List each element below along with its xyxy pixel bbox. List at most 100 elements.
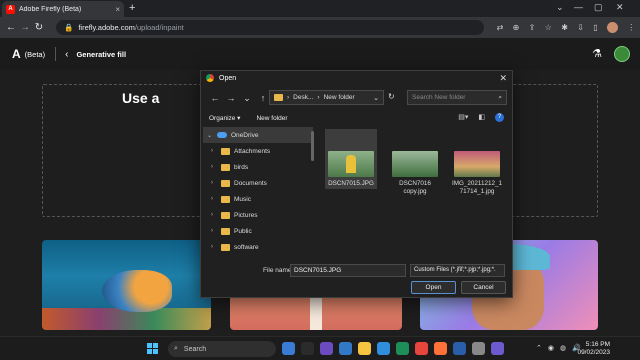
- new-tab-button[interactable]: +: [129, 2, 135, 14]
- taskbar-search[interactable]: ⌕ Search: [168, 341, 276, 357]
- dialog-toolbar: Organize ▾ New folder ▤▾ ◧ ?: [201, 111, 512, 125]
- breadcrumb-desktop[interactable]: Desk...: [293, 94, 313, 101]
- file-item-dscn7015[interactable]: DSCN7015.JPG: [325, 129, 377, 189]
- refresh-icon[interactable]: ↻: [388, 92, 395, 101]
- file-item-img-20211212[interactable]: IMG_20211212_171714_1.jpg: [451, 129, 503, 196]
- flask-icon[interactable]: ⚗: [592, 47, 602, 60]
- tree-item-label: Music: [234, 195, 251, 203]
- tray-icon[interactable]: ⌃: [536, 344, 542, 352]
- tray-icon[interactable]: ◍: [560, 344, 566, 352]
- tree-item-pictures[interactable]: › Pictures: [203, 207, 313, 223]
- chevron-right-icon[interactable]: ›: [211, 228, 217, 234]
- tree-scrollbar[interactable]: [311, 131, 314, 161]
- maximize-button[interactable]: ▢: [594, 2, 603, 13]
- taskbar-app-icon[interactable]: [453, 342, 466, 355]
- chevron-right-icon[interactable]: ›: [211, 164, 217, 170]
- cancel-button[interactable]: Cancel: [461, 281, 506, 294]
- taskbar-app-icon[interactable]: [320, 342, 333, 355]
- file-name: IMG_20211212_171714_1.jpg: [452, 180, 502, 195]
- taskbar-app-icon[interactable]: [415, 342, 428, 355]
- chevron-right-icon[interactable]: ›: [211, 196, 217, 202]
- file-item-dscn7016-copy[interactable]: DSCN7016 copy.jpg: [389, 129, 441, 196]
- browser-toolbar: ← → ↻ 🔒 firefly.adobe.com/upload/inpaint…: [0, 17, 640, 38]
- browser-tab[interactable]: A Adobe Firefly (Beta) ×: [2, 1, 124, 17]
- clock[interactable]: 5:16 PM 09/02/2023: [577, 341, 610, 357]
- reload-icon[interactable]: ↻: [32, 22, 46, 33]
- adobe-logo-icon[interactable]: A: [12, 47, 21, 61]
- tray-icon[interactable]: ◉: [548, 344, 554, 352]
- chrome-icon: [206, 74, 214, 82]
- taskbar-app-icon[interactable]: [396, 342, 409, 355]
- folder-search-input[interactable]: Search New folder ⌕: [407, 90, 507, 105]
- share-icon[interactable]: ⇪: [529, 23, 536, 32]
- taskbar-app-icon[interactable]: [434, 342, 447, 355]
- folder-icon: [221, 243, 230, 251]
- breadcrumb-new-folder[interactable]: New folder: [324, 94, 355, 101]
- open-file-dialog: Open ✕ ← → ⌄ ↑ › Desk... › New folder ⌄ …: [200, 70, 513, 298]
- recent-dropdown-icon[interactable]: ⌄: [239, 93, 255, 104]
- minimize-button[interactable]: —: [574, 2, 583, 12]
- preview-pane-icon[interactable]: ◧: [478, 113, 485, 122]
- forward-arrow-icon[interactable]: →: [18, 22, 32, 33]
- browser-tab-strip: A Adobe Firefly (Beta) × + ⌄ — ▢ ✕: [0, 0, 640, 17]
- header-divider: [55, 47, 57, 61]
- taskbar-app-icon[interactable]: [377, 342, 390, 355]
- tree-item-attachments[interactable]: › Attachments: [203, 143, 313, 159]
- tree-item-label: Pictures: [234, 211, 258, 219]
- new-folder-button[interactable]: New folder: [256, 115, 287, 122]
- beta-label: (Beta): [24, 49, 46, 59]
- chevron-right-icon[interactable]: ›: [211, 244, 217, 250]
- bookmark-star-icon[interactable]: ☆: [545, 23, 552, 32]
- tree-item-label: Attachments: [234, 147, 271, 155]
- tree-item-music[interactable]: › Music: [203, 191, 313, 207]
- view-options-icon[interactable]: ▤▾: [458, 113, 468, 122]
- url-path: /upload/inpaint: [134, 23, 184, 32]
- dialog-back-icon[interactable]: ←: [207, 93, 223, 103]
- close-window-button[interactable]: ✕: [616, 2, 624, 13]
- folder-icon: [221, 163, 230, 171]
- profile-avatar[interactable]: [606, 22, 618, 33]
- tree-item-software[interactable]: › software: [203, 239, 313, 255]
- windows-start-icon[interactable]: [147, 343, 158, 354]
- dialog-close-button[interactable]: ✕: [499, 73, 507, 84]
- tree-item-onedrive[interactable]: ⌄ OneDrive: [203, 127, 313, 143]
- file-name-input[interactable]: DSCN7015.JPG: [290, 264, 406, 277]
- path-breadcrumb[interactable]: › Desk... › New folder ⌄: [269, 90, 384, 105]
- help-icon[interactable]: ?: [495, 113, 504, 122]
- organize-menu[interactable]: Organize ▾: [209, 114, 240, 122]
- address-bar[interactable]: 🔒 firefly.adobe.com/upload/inpaint: [56, 20, 484, 35]
- hero-heading: Use a: [122, 90, 160, 106]
- user-avatar[interactable]: [614, 46, 630, 62]
- sample-image-fish[interactable]: [42, 240, 211, 330]
- tree-item-public[interactable]: › Public: [203, 223, 313, 239]
- translate-icon[interactable]: ⇄: [497, 23, 504, 32]
- chevron-right-icon[interactable]: ›: [211, 148, 217, 154]
- chevron-right-icon[interactable]: ›: [211, 180, 217, 186]
- tree-item-documents[interactable]: › Documents: [203, 175, 313, 191]
- back-chevron-icon[interactable]: ‹: [65, 49, 68, 60]
- file-type-select[interactable]: Custom Files (*.jfif;*.pjp;*.jpg;*.: [410, 264, 505, 277]
- sidepanel-icon[interactable]: ▯: [593, 23, 597, 32]
- zoom-icon[interactable]: ⊕: [513, 23, 520, 32]
- navigation-pane: ⌄ OneDrive › Attachments › birds › Documents › Mu…: [203, 127, 314, 257]
- taskbar-app-icon[interactable]: [282, 342, 295, 355]
- dialog-forward-icon[interactable]: →: [223, 93, 239, 103]
- taskbar-app-icon[interactable]: [301, 342, 314, 355]
- chevron-right-icon[interactable]: ›: [211, 212, 217, 218]
- back-arrow-icon[interactable]: ←: [4, 22, 18, 33]
- tree-item-birds[interactable]: › birds: [203, 159, 313, 175]
- taskbar-app-icon[interactable]: [472, 342, 485, 355]
- tab-title: Adobe Firefly (Beta): [19, 5, 82, 13]
- menu-kebab-icon[interactable]: ⋮: [627, 23, 635, 32]
- taskbar-app-icon[interactable]: [491, 342, 504, 355]
- chevron-down-icon[interactable]: ⌄: [207, 132, 213, 139]
- tab-search-icon[interactable]: ⌄: [556, 2, 564, 13]
- url-host: firefly.adobe.com: [78, 23, 135, 32]
- taskbar-app-icon[interactable]: [339, 342, 352, 355]
- path-dropdown-icon[interactable]: ⌄: [373, 94, 379, 102]
- download-icon[interactable]: ⇩: [577, 23, 584, 32]
- open-button[interactable]: Open: [411, 281, 456, 294]
- taskbar-app-icon[interactable]: [358, 342, 371, 355]
- extension-puzzle-icon[interactable]: ✱: [561, 23, 568, 32]
- tab-close-icon[interactable]: ×: [115, 5, 120, 14]
